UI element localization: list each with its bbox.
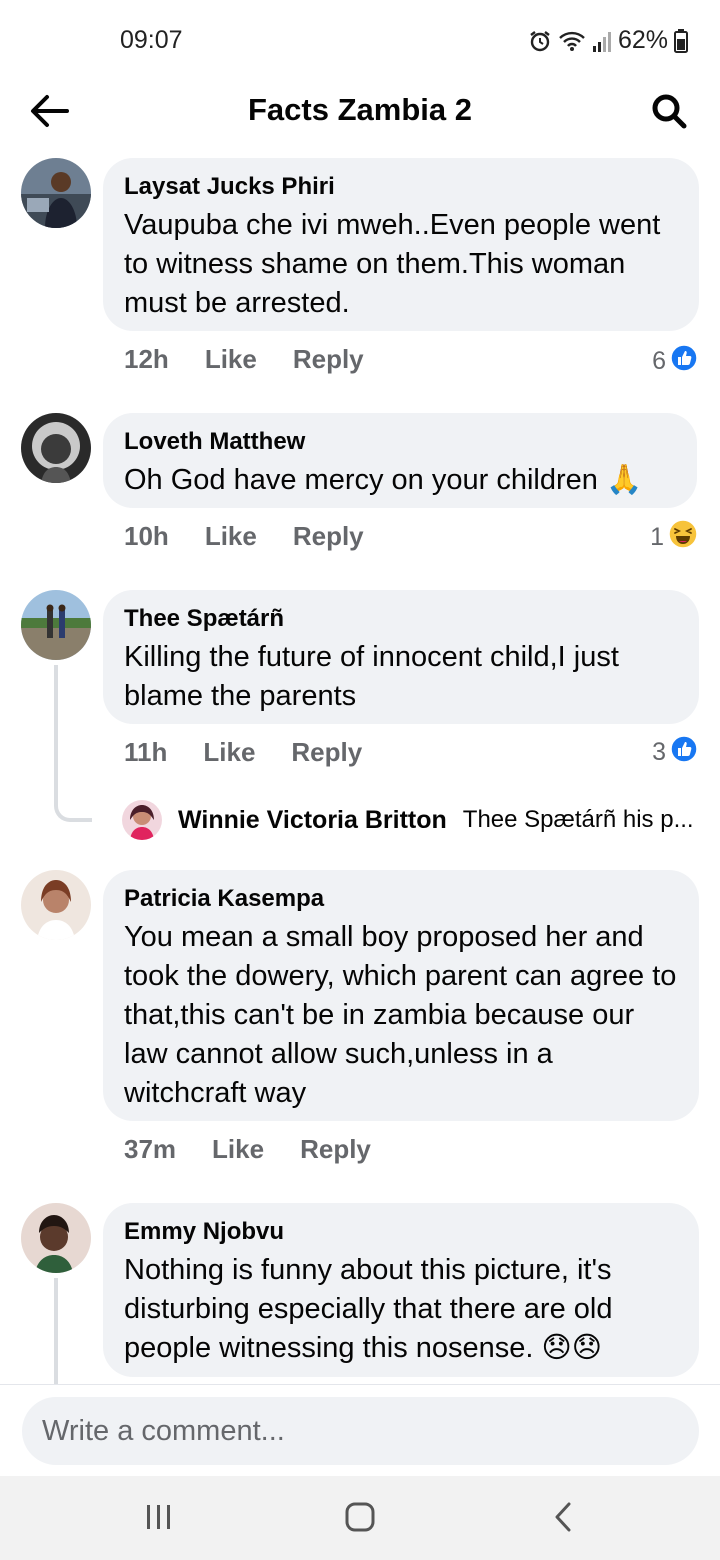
avatar[interactable]	[21, 590, 91, 660]
reaction-count: 3	[652, 738, 666, 766]
battery-percent: 62%	[617, 26, 668, 54]
comment-time[interactable]: 37m	[124, 1134, 176, 1165]
like-icon	[670, 344, 698, 379]
like-button[interactable]: Like	[205, 344, 257, 375]
reply-text: Thee Spætárñ his p...	[462, 806, 694, 833]
reply-button[interactable]: Reply	[291, 737, 362, 768]
thread-line	[54, 1278, 58, 1384]
like-icon	[670, 735, 698, 770]
comment-author[interactable]: Loveth Matthew	[124, 427, 676, 457]
reaction-summary[interactable]: 6	[652, 344, 698, 379]
avatar[interactable]	[21, 870, 91, 940]
reply-button[interactable]: Reply	[293, 344, 364, 375]
comment-text: Oh God have mercy on your children 🙏	[124, 464, 643, 496]
battery-icon	[674, 28, 688, 53]
comment-bubble[interactable]: Patricia Kasempa You mean a small boy pr…	[103, 870, 699, 1121]
like-button[interactable]: Like	[212, 1134, 264, 1165]
reaction-summary[interactable]: 1	[650, 519, 698, 556]
reaction-count: 1	[650, 523, 664, 551]
page-title: Facts Zambia 2	[248, 92, 472, 127]
like-button[interactable]: Like	[205, 521, 257, 552]
status-bar: 09:07 62%	[0, 0, 720, 80]
comment-actions: 11h Like Reply	[124, 737, 362, 768]
haha-icon	[668, 519, 698, 556]
comment-composer	[0, 1384, 720, 1476]
comment-time[interactable]: 11h	[124, 737, 167, 768]
comment-text: Vaupuba che ivi mweh..Even people went t…	[124, 209, 661, 319]
avatar[interactable]	[21, 1203, 91, 1273]
header: Facts Zambia 2	[0, 80, 720, 146]
thread-connector	[54, 780, 92, 822]
reply-author[interactable]: Winnie Victoria Britton	[178, 806, 447, 835]
system-nav-bar	[0, 1476, 720, 1560]
avatar[interactable]	[21, 413, 91, 483]
avatar[interactable]	[122, 800, 162, 840]
comment-time[interactable]: 10h	[124, 521, 169, 552]
comment-author[interactable]: Laysat Jucks Phiri	[124, 172, 678, 202]
recents-button[interactable]	[136, 1496, 182, 1542]
like-button[interactable]: Like	[203, 737, 255, 768]
nav-back-icon	[553, 1501, 573, 1538]
comment-actions: 10h Like Reply	[124, 521, 364, 552]
comment-input[interactable]	[22, 1397, 699, 1465]
home-button[interactable]	[337, 1496, 383, 1542]
comment-time[interactable]: 12h	[124, 344, 169, 375]
comment-author[interactable]: Thee Spætárñ	[124, 604, 678, 634]
recents-icon	[144, 1503, 174, 1536]
comment-bubble[interactable]: Laysat Jucks Phiri Vaupuba che ivi mweh.…	[103, 158, 699, 331]
reply-button[interactable]: Reply	[300, 1134, 371, 1165]
nav-back-button[interactable]	[540, 1496, 586, 1542]
thread-line	[54, 665, 58, 797]
alarm-icon	[528, 29, 552, 53]
comment-bubble[interactable]: Loveth Matthew Oh God have mercy on your…	[103, 413, 697, 508]
comment-actions: 37m Like Reply	[124, 1134, 371, 1165]
comment-bubble[interactable]: Thee Spætárñ Killing the future of innoc…	[103, 590, 699, 724]
comment-author[interactable]: Patricia Kasempa	[124, 884, 678, 914]
avatar[interactable]	[21, 158, 91, 228]
reaction-summary[interactable]: 3	[652, 735, 698, 770]
reply-preview[interactable]: Winnie Victoria Britton Thee Spætárñ his…	[122, 800, 694, 840]
wifi-icon	[558, 30, 586, 52]
comment-text: Nothing is funny about this picture, it'…	[124, 1254, 613, 1364]
home-icon	[344, 1501, 376, 1538]
signal-icon	[592, 30, 612, 52]
comment-actions: 12h Like Reply	[124, 344, 364, 375]
comment-author[interactable]: Emmy Njobvu	[124, 1217, 678, 1247]
status-time: 09:07	[120, 26, 183, 54]
reaction-count: 6	[652, 347, 666, 375]
reply-button[interactable]: Reply	[293, 521, 364, 552]
search-icon	[650, 92, 688, 135]
comment-text: Killing the future of innocent child,I j…	[124, 641, 619, 712]
comment-bubble[interactable]: Emmy Njobvu Nothing is funny about this …	[103, 1203, 699, 1377]
comment-text: You mean a small boy proposed her and to…	[124, 921, 677, 1109]
search-button[interactable]	[646, 90, 692, 136]
status-icons: 62%	[528, 26, 688, 55]
